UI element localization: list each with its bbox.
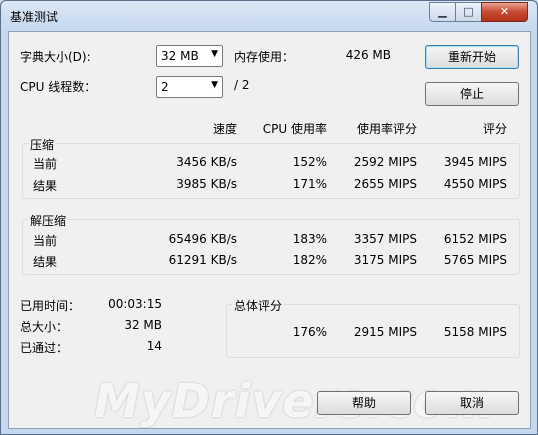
- memory-usage-value: 426 MB: [345, 48, 391, 62]
- cancel-button[interactable]: 取消: [425, 391, 519, 415]
- compress-current-score: 3945 MIPS: [443, 155, 507, 169]
- decompress-result-score: 5765 MIPS: [443, 253, 507, 267]
- decompress-result-label: 结果: [33, 255, 58, 269]
- elapsed-time-label: 已用时间：: [20, 299, 81, 313]
- dict-size-select[interactable]: 32 MB ▼: [156, 45, 223, 67]
- chevron-down-icon: ▼: [211, 49, 218, 59]
- decompress-current-speed: 65496 KB/s: [168, 232, 237, 246]
- dialog-client: 字典大小(D): 32 MB ▼ 内存使用： 426 MB 重新开始 CPU 线…: [8, 31, 531, 429]
- stop-button[interactable]: 停止: [425, 82, 519, 106]
- total-rating-title: 总体评分: [232, 297, 285, 314]
- cpu-threads-label: CPU 线程数：: [20, 80, 97, 94]
- decompress-result-cpu: 182%: [292, 253, 327, 267]
- total-score: 5158 MIPS: [443, 325, 507, 339]
- decompress-current-rating: 3357 MIPS: [353, 232, 417, 246]
- decompress-result-speed: 61291 KB/s: [168, 253, 237, 267]
- cpu-threads-select[interactable]: 2 ▼: [156, 76, 223, 98]
- compress-current-rating: 2592 MIPS: [353, 155, 417, 169]
- maximize-icon: □: [463, 5, 474, 18]
- compress-result-score: 4550 MIPS: [443, 177, 507, 191]
- dict-size-value: 32 MB: [161, 49, 199, 63]
- help-button[interactable]: 帮助: [317, 391, 411, 415]
- column-speed: 速度: [212, 122, 237, 136]
- maximize-button[interactable]: □: [455, 2, 482, 22]
- decompress-result-rating: 3175 MIPS: [353, 253, 417, 267]
- column-score: 评分: [482, 122, 507, 136]
- close-icon: ✕: [499, 5, 510, 18]
- chevron-down-icon: ▼: [211, 80, 218, 90]
- total-cpu: 176%: [292, 325, 327, 339]
- total-size-label: 总大小：: [20, 320, 69, 334]
- minimize-icon: ▁: [438, 5, 447, 18]
- cpu-threads-total: / 2: [234, 78, 250, 92]
- compress-current-speed: 3456 KB/s: [176, 155, 237, 169]
- title-bar[interactable]: 基准测试 ▁ □ ✕: [1, 1, 537, 31]
- compress-result-rating: 2655 MIPS: [353, 177, 417, 191]
- compress-current-label: 当前: [33, 157, 58, 171]
- decompress-current-cpu: 183%: [292, 232, 327, 246]
- restart-button[interactable]: 重新开始: [425, 45, 519, 69]
- decompress-current-score: 6152 MIPS: [443, 232, 507, 246]
- compress-result-speed: 3985 KB/s: [176, 177, 237, 191]
- total-size-value: 32 MB: [124, 318, 162, 332]
- column-cpu-usage: CPU 使用率: [262, 122, 327, 136]
- compress-result-cpu: 171%: [292, 177, 327, 191]
- window-title: 基准测试: [10, 10, 59, 24]
- column-usage-rating: 使用率评分: [356, 122, 417, 136]
- cpu-threads-value: 2: [161, 80, 169, 94]
- compress-result-label: 结果: [33, 179, 58, 193]
- minimize-button[interactable]: ▁: [429, 2, 456, 22]
- passes-value: 14: [146, 339, 162, 353]
- passes-label: 已通过：: [20, 341, 69, 355]
- decompress-group-title: 解压缩: [28, 212, 69, 229]
- decompress-current-label: 当前: [33, 234, 58, 248]
- compress-group-title: 压缩: [28, 136, 57, 153]
- elapsed-time-value: 00:03:15: [108, 297, 162, 311]
- benchmark-window: 基准测试 ▁ □ ✕ 字典大小(D): 32 MB ▼ 内存使用： 426 MB…: [0, 0, 538, 435]
- dict-size-label: 字典大小(D):: [20, 50, 91, 64]
- compress-current-cpu: 152%: [292, 155, 327, 169]
- total-rating: 2915 MIPS: [353, 325, 417, 339]
- close-button[interactable]: ✕: [481, 2, 528, 22]
- memory-usage-label: 内存使用：: [234, 50, 295, 64]
